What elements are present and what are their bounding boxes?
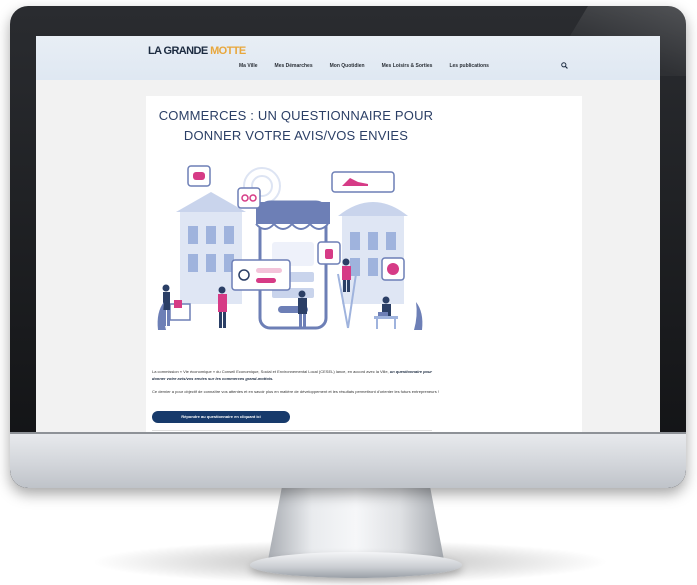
nav-item-mes-demarches[interactable]: Mes Démarches bbox=[275, 63, 313, 69]
site-logo[interactable]: LA GRANDE MOTTE bbox=[148, 45, 246, 57]
screen: LA GRANDE MOTTE Ma Ville Mes Démarches M… bbox=[36, 36, 660, 432]
sunglasses-icon bbox=[237, 187, 261, 209]
intro-paragraph: La commission « Vie économique » du Cons… bbox=[152, 368, 440, 382]
nav-item-les-publications[interactable]: Les publications bbox=[449, 63, 488, 69]
article-title: COMMERCES : UN QUESTIONNAIRE POUR DONNER… bbox=[146, 106, 446, 146]
objective-paragraph: Ce dernier a pour objectif de connaître … bbox=[152, 389, 439, 394]
commerce-illustration bbox=[157, 165, 423, 330]
questionnaire-button[interactable]: Répondre au questionnaire en cliquant ic… bbox=[152, 411, 290, 423]
perfume-icon bbox=[317, 241, 341, 265]
monitor-chin-edge bbox=[10, 432, 686, 434]
site-header: LA GRANDE MOTTE Ma Ville Mes Démarches M… bbox=[36, 36, 660, 80]
ball-icon bbox=[381, 257, 405, 281]
main-nav: Ma Ville Mes Démarches Mon Quotidien Mes… bbox=[239, 63, 506, 69]
monitor-frame: LA GRANDE MOTTE Ma Ville Mes Démarches M… bbox=[10, 6, 686, 488]
search-icon[interactable] bbox=[561, 62, 568, 69]
gamepad-icon bbox=[187, 165, 211, 187]
article-card: COMMERCES : UN QUESTIONNAIRE POUR DONNER… bbox=[146, 96, 582, 432]
monitor-stand-base bbox=[250, 552, 462, 578]
shoe-card-icon bbox=[331, 171, 395, 193]
monitor-chin bbox=[10, 432, 686, 488]
logo-accent-text: MOTTE bbox=[210, 45, 246, 57]
ring-card-icon bbox=[231, 259, 291, 291]
monitor-stand-neck bbox=[268, 486, 444, 560]
article-title-line-1: COMMERCES : UN QUESTIONNAIRE POUR bbox=[158, 108, 434, 123]
logo-main-text: LA GRANDE bbox=[148, 45, 208, 57]
nav-item-mon-quotidien[interactable]: Mon Quotidien bbox=[330, 63, 365, 69]
content-divider bbox=[152, 430, 432, 431]
nav-item-mes-loisirs-sorties[interactable]: Mes Loisirs & Sorties bbox=[382, 63, 433, 69]
nav-item-ma-ville[interactable]: Ma Ville bbox=[239, 63, 258, 69]
article-title-line-2: DONNER VOTRE AVIS/VOS ENVIES bbox=[183, 128, 409, 143]
intro-text: La commission « Vie économique » du Cons… bbox=[152, 369, 390, 374]
